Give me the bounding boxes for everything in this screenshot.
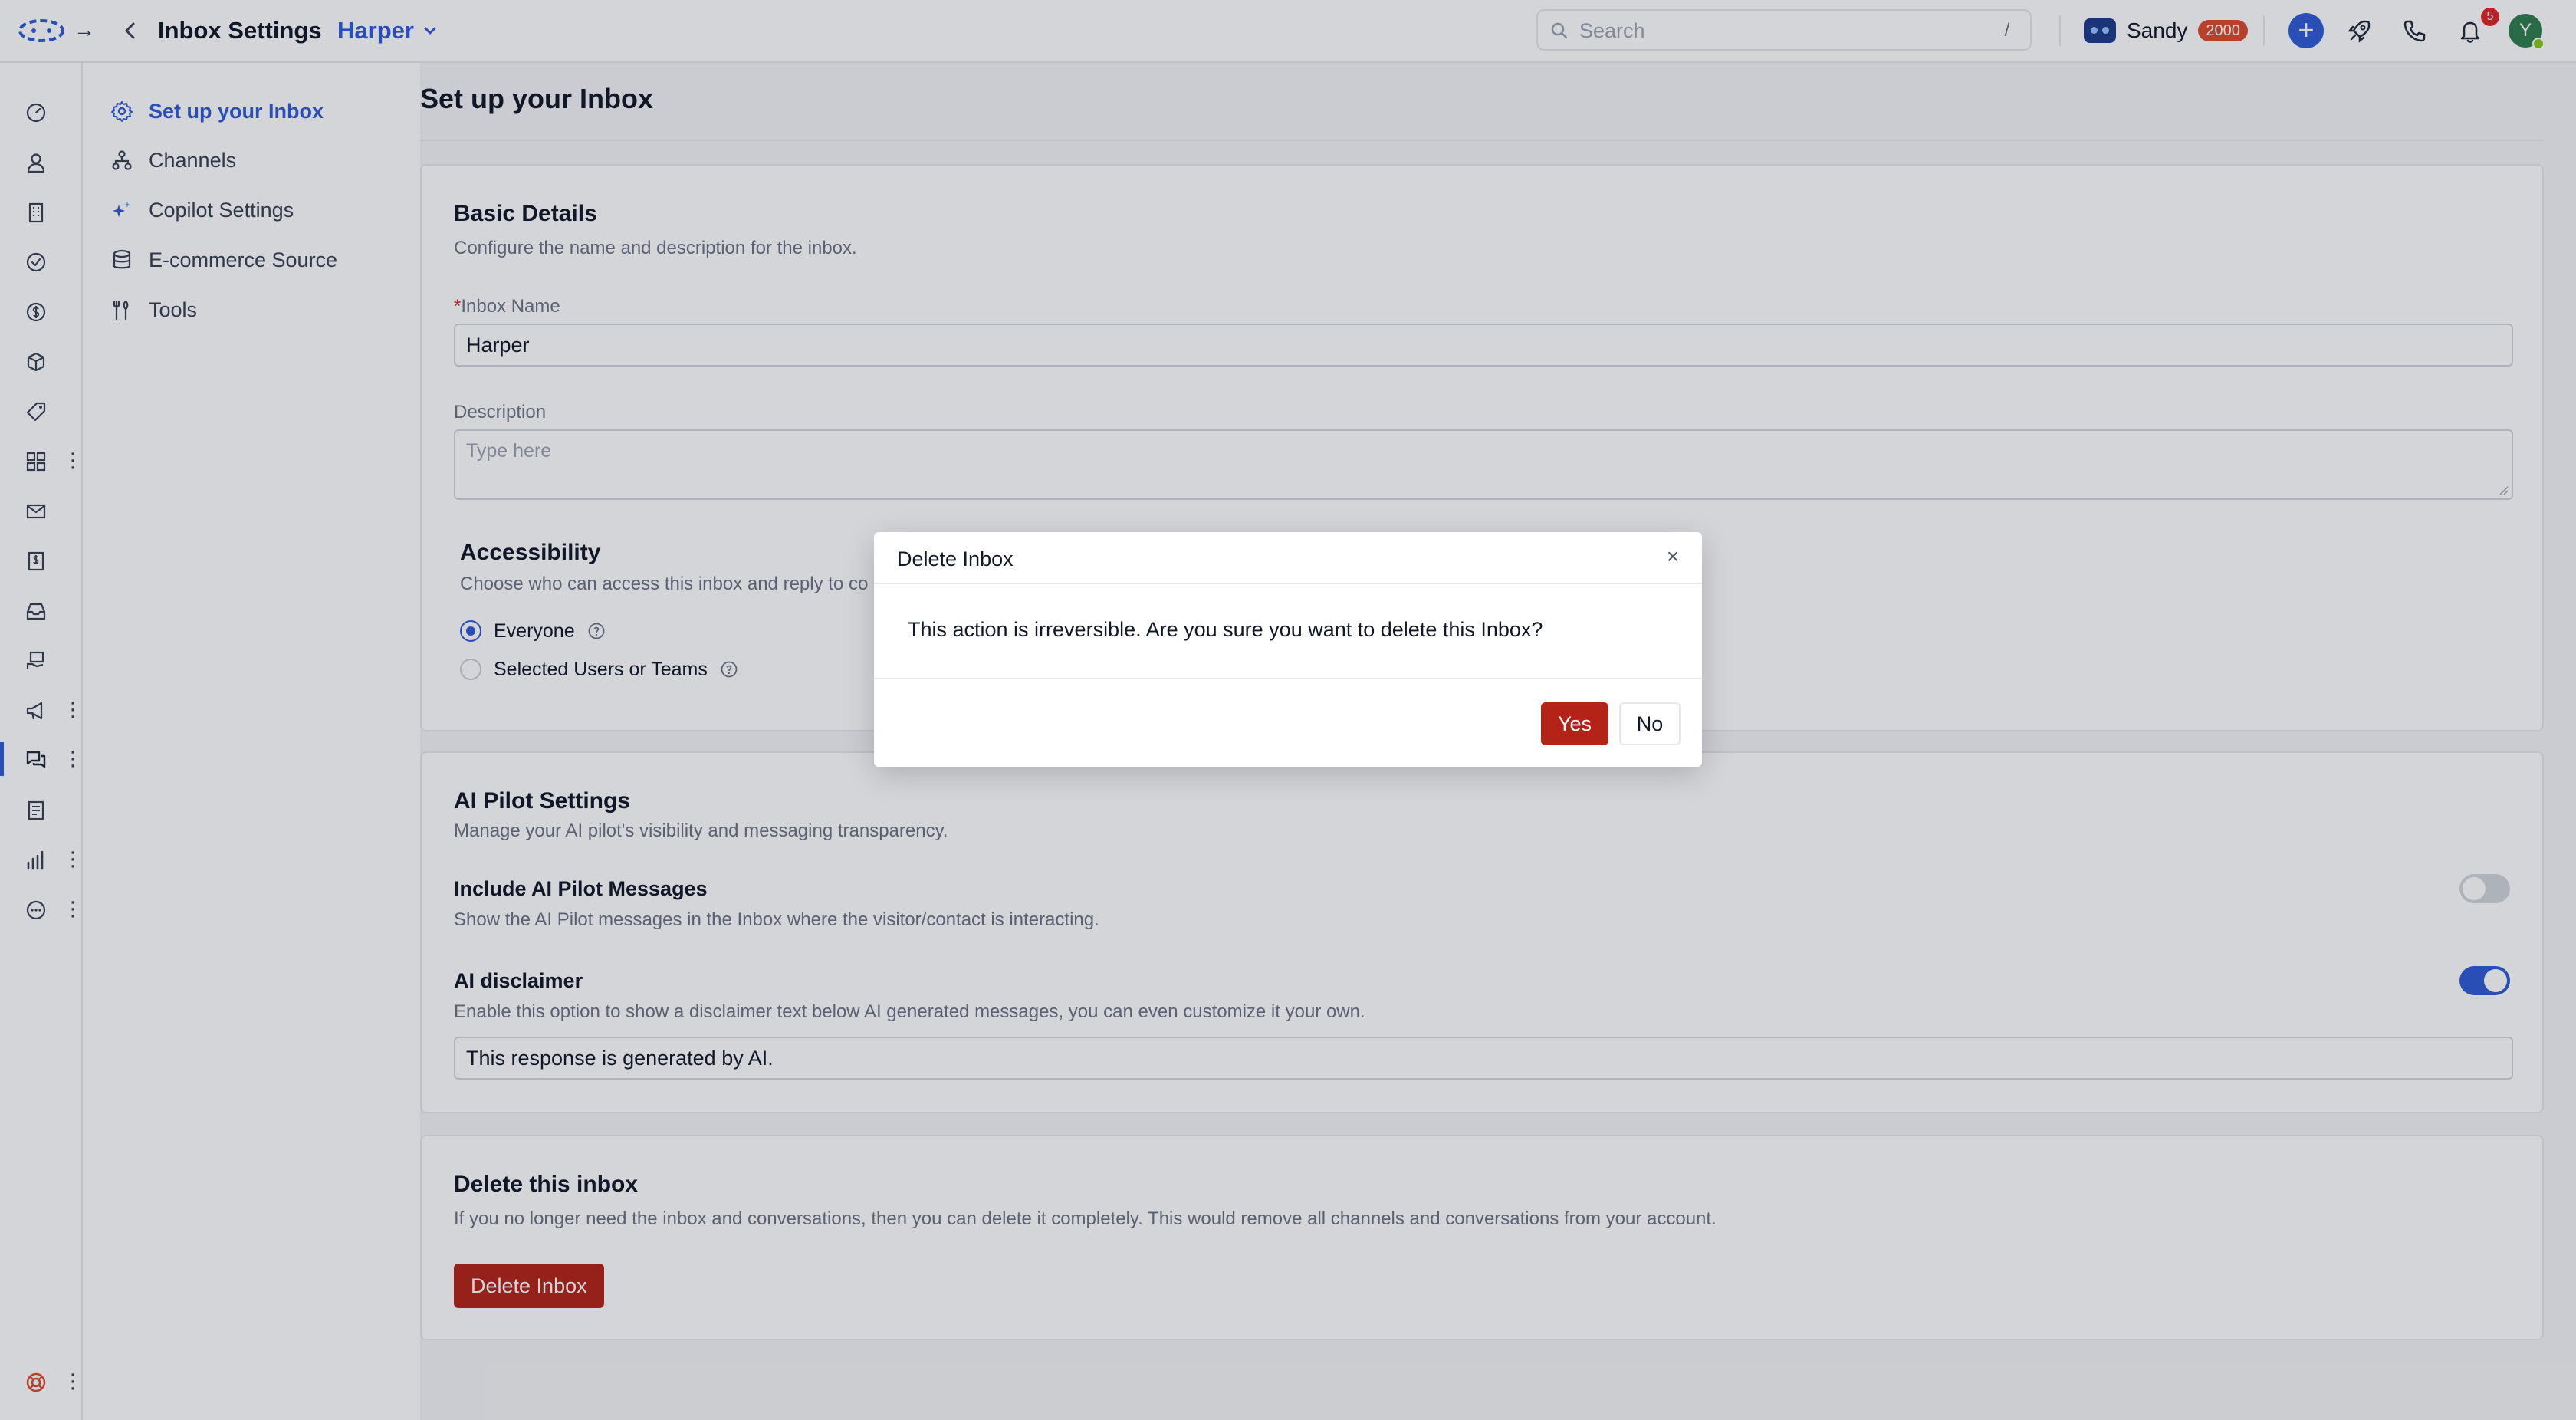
confirm-yes-button[interactable]: Yes: [1541, 702, 1608, 745]
delete-inbox-dialog: Delete Inbox × This action is irreversib…: [874, 532, 1702, 767]
dialog-header: Delete Inbox ×: [874, 532, 1702, 584]
dialog-message: This action is irreversible. Are you sur…: [908, 618, 1543, 641]
cancel-no-button[interactable]: No: [1619, 702, 1681, 745]
dialog-title: Delete Inbox: [897, 547, 1014, 570]
close-icon[interactable]: ×: [1662, 546, 1684, 567]
